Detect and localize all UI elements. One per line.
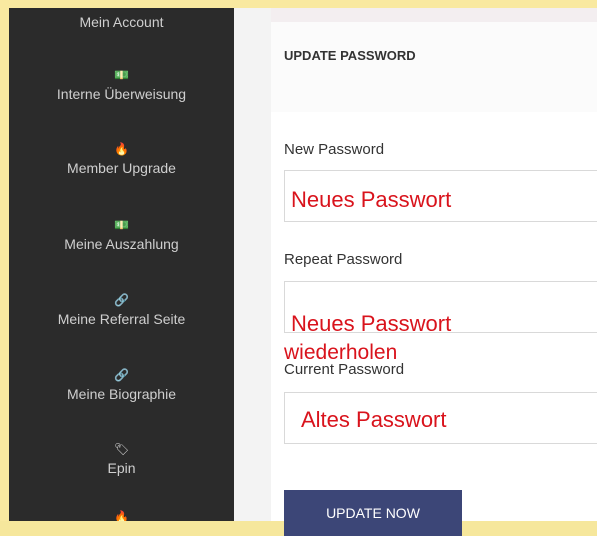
sidebar-item-meine-auszahlung[interactable]: 💵 Meine Auszahlung	[9, 216, 234, 254]
sidebar-item-label: Mein Account	[79, 14, 164, 30]
link-icon: 🔗	[114, 368, 129, 382]
sidebar-item-meine-biographie[interactable]: 🔗 Meine Biographie	[9, 366, 234, 404]
sidebar-item-label: Meine Biographie	[67, 386, 176, 402]
new-password-label: New Password	[284, 141, 385, 158]
annotation-new-password: Neues Passwort	[291, 187, 452, 212]
fire-icon: 🔥	[114, 510, 129, 521]
current-password-label: Current Password	[284, 361, 405, 378]
page-frame-top	[0, 0, 597, 8]
annotation-repeat-password: Neues Passwort	[291, 311, 452, 336]
sidebar-item-label: Interne Überweisung	[56, 86, 187, 102]
page-title: UPDATE PASSWORD	[284, 48, 416, 63]
sidebar-item-label: Epin	[107, 460, 136, 476]
sidebar-item-label: Member Upgrade	[67, 160, 176, 176]
sidebar-item-label: Meine Referral Seite	[57, 311, 186, 327]
money-icon: 💵	[114, 68, 129, 82]
tag-icon: 🏷	[113, 442, 130, 456]
update-now-button[interactable]: UPDATE NOW	[284, 490, 462, 536]
sidebar-item-label: Meine Auszahlung	[64, 236, 179, 252]
sidebar-item-epin[interactable]: 🏷 Epin	[9, 440, 234, 478]
sidebar: Mein Account 💵 Interne Überweisung 🔥 Mem…	[9, 8, 234, 521]
sidebar-item-mein-account[interactable]: Mein Account	[9, 12, 234, 32]
sidebar-item-member-upgrade[interactable]: 🔥 Member Upgrade	[9, 140, 234, 178]
annotation-current-password: Altes Passwort	[301, 407, 447, 432]
money-icon: 💵	[114, 218, 129, 232]
sidebar-item-meine-referral-seite[interactable]: 🔗 Meine Referral Seite	[9, 291, 234, 329]
sidebar-item-partial[interactable]: 🔥	[9, 508, 234, 521]
main-content: UPDATE PASSWORD New Password Neues Passw…	[234, 8, 597, 536]
page-frame-left	[0, 0, 9, 521]
link-icon: 🔗	[114, 293, 129, 307]
sidebar-item-interne-ueberweisung[interactable]: 💵 Interne Überweisung	[9, 66, 234, 104]
repeat-password-label: Repeat Password	[284, 251, 403, 268]
fire-icon: 🔥	[114, 142, 129, 156]
